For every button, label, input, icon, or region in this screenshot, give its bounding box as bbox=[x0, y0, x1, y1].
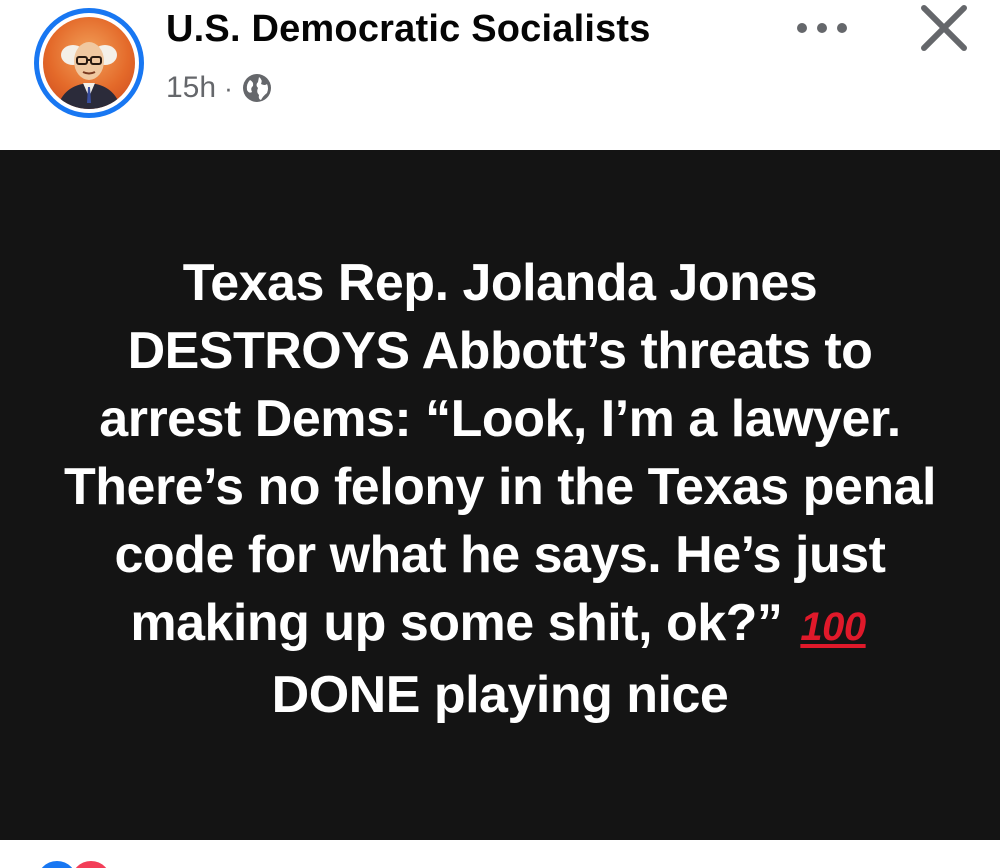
hundred-points-icon: 100 bbox=[800, 605, 866, 649]
page-name[interactable]: U.S. Democratic Socialists bbox=[166, 8, 651, 51]
close-icon[interactable] bbox=[912, 0, 976, 60]
avatar-frame bbox=[39, 13, 139, 113]
profile-portrait-icon bbox=[43, 17, 135, 109]
meta-separator: · bbox=[224, 72, 233, 103]
post-header: U.S. Democratic Socialists 15h · bbox=[0, 0, 1000, 150]
post-timestamp[interactable]: 15h bbox=[166, 71, 216, 105]
page-avatar[interactable] bbox=[34, 8, 144, 118]
image-text: Texas Rep. Jolanda Jones DESTROYS Abbott… bbox=[60, 249, 940, 729]
image-text-main: Texas Rep. Jolanda Jones DESTROYS Abbott… bbox=[64, 254, 937, 652]
love-reaction-icon bbox=[68, 858, 114, 868]
globe-icon bbox=[241, 72, 273, 104]
post-meta: 15h · bbox=[166, 68, 273, 108]
reaction-summary[interactable] bbox=[34, 854, 234, 868]
more-options-icon[interactable] bbox=[790, 8, 854, 48]
image-text-end: DONE playing nice bbox=[271, 666, 729, 724]
post-image[interactable]: Texas Rep. Jolanda Jones DESTROYS Abbott… bbox=[0, 150, 1000, 840]
